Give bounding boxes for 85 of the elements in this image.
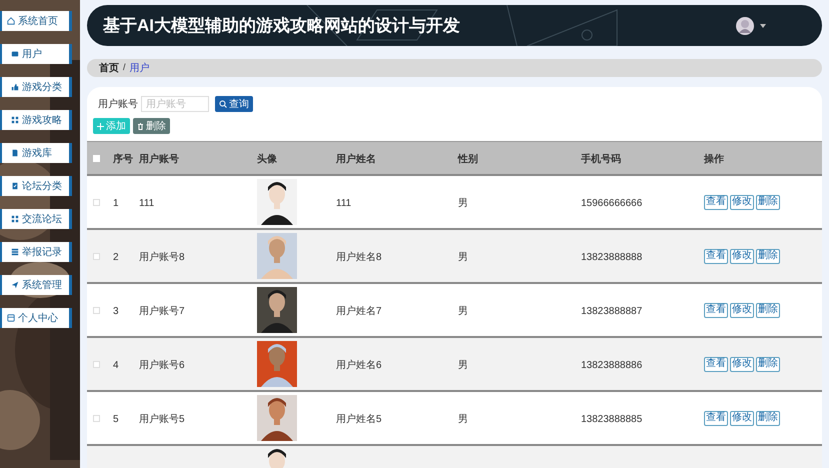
sidebar-item[interactable]: 系统管理 xyxy=(0,275,72,295)
column-header: 序号 xyxy=(113,154,133,165)
sidebar-item[interactable]: 用户 xyxy=(0,44,72,64)
table-cell: 用户账号8 xyxy=(139,252,185,263)
row-action-button[interactable]: 修改 xyxy=(730,248,754,264)
checkbox[interactable] xyxy=(93,198,100,206)
row-action-button[interactable]: 修改 xyxy=(730,356,754,372)
row-number: 2 xyxy=(113,252,119,263)
search-button[interactable]: 查询 xyxy=(215,96,253,112)
table-cell: 男 xyxy=(458,198,468,209)
table-cell: 用户姓名7 xyxy=(336,306,382,317)
clipboard-icon xyxy=(11,182,19,190)
table-cell: 男 xyxy=(458,306,468,317)
row-action-button[interactable]: 修改 xyxy=(730,194,754,210)
column-header: 手机号码 xyxy=(581,154,621,165)
avatar-icon[interactable] xyxy=(736,16,754,34)
column-header: 用户姓名 xyxy=(336,154,376,165)
sidebar-item[interactable]: 游戏攻略 xyxy=(0,110,72,130)
table-cell: 用户姓名5 xyxy=(336,414,382,425)
caret-icon[interactable] xyxy=(760,24,766,28)
delete-button[interactable]: 删除 xyxy=(133,118,170,134)
table-cell: 13823888887 xyxy=(581,306,642,317)
checkbox[interactable] xyxy=(93,360,100,368)
table-cell: 用户账号5 xyxy=(139,414,185,425)
checkbox[interactable] xyxy=(93,414,100,422)
row-action-button[interactable]: 删除 xyxy=(756,356,780,372)
grid-icon xyxy=(11,116,19,124)
table-cell: 用户姓名6 xyxy=(336,360,382,371)
row-number: 4 xyxy=(113,360,119,371)
table-cell: 13823888885 xyxy=(581,414,642,425)
page-title: 基于AI大模型辅助的游戏攻略网站的设计与开发 xyxy=(103,14,460,37)
row-action-button[interactable]: 查看 xyxy=(704,410,728,426)
row-action-button[interactable]: 查看 xyxy=(704,248,728,264)
sidebar-item[interactable]: 游戏库 xyxy=(0,143,72,163)
row-action-button[interactable]: 删除 xyxy=(756,410,780,426)
row-number: 1 xyxy=(113,198,119,209)
table-cell: 111 xyxy=(336,198,352,209)
column-header: 用户账号 xyxy=(139,154,179,165)
send-icon xyxy=(11,281,19,289)
breadcrumb-link[interactable]: 首页 xyxy=(99,60,119,76)
column-header: 头像 xyxy=(257,154,277,165)
table-cell: 13823888886 xyxy=(581,360,642,371)
thumbs-up-icon xyxy=(11,83,19,91)
grid-icon xyxy=(11,215,19,223)
row-action-button[interactable]: 修改 xyxy=(730,302,754,318)
row-action-button[interactable]: 查看 xyxy=(704,356,728,372)
row-number: 5 xyxy=(113,414,119,425)
home-icon xyxy=(7,17,15,25)
search-field[interactable]: 用户账号 xyxy=(141,96,209,112)
table-cell: 男 xyxy=(458,360,468,371)
table-cell: 男 xyxy=(458,414,468,425)
table-cell: 用户账号6 xyxy=(139,360,185,371)
search-icon xyxy=(219,100,227,108)
column-header: 性别 xyxy=(458,154,478,165)
sidebar-item[interactable]: 系统首页 xyxy=(0,11,72,31)
row-action-button[interactable]: 查看 xyxy=(704,302,728,318)
row-number: 3 xyxy=(113,306,119,317)
table-cell: 用户姓名8 xyxy=(336,252,382,263)
row-action-button[interactable]: 查看 xyxy=(704,194,728,210)
breadcrumb-separator: / xyxy=(123,61,126,74)
table-cell: 111 xyxy=(139,198,154,209)
checkbox[interactable] xyxy=(93,252,100,260)
card-icon xyxy=(7,314,15,322)
row-action-button[interactable]: 删除 xyxy=(756,194,780,210)
card-icon xyxy=(11,50,19,58)
breadcrumb-link[interactable]: 用户 xyxy=(130,60,150,76)
row-action-button[interactable]: 删除 xyxy=(756,302,780,318)
table-cell: 用户账号7 xyxy=(139,306,185,317)
checkbox[interactable] xyxy=(93,306,100,314)
plus-icon xyxy=(97,122,104,130)
trash-icon xyxy=(137,122,144,130)
sidebar-item[interactable]: 游戏分类 xyxy=(0,77,72,97)
field-label: 用户账号 xyxy=(98,98,138,112)
sidebar-item[interactable]: 个人中心 xyxy=(0,308,72,328)
sidebar-item[interactable]: 论坛分类 xyxy=(0,176,72,196)
table-cell: 15966666666 xyxy=(581,198,642,209)
column-header: 操作 xyxy=(704,154,724,165)
list-icon xyxy=(11,248,19,256)
document-icon xyxy=(11,149,19,157)
table-cell: 13823888888 xyxy=(581,252,642,263)
row-action-button[interactable]: 修改 xyxy=(730,410,754,426)
row-action-button[interactable]: 删除 xyxy=(756,248,780,264)
sidebar-item[interactable]: 交流论坛 xyxy=(0,209,72,229)
sidebar-item[interactable]: 举报记录 xyxy=(0,242,72,262)
table-cell: 男 xyxy=(458,252,468,263)
